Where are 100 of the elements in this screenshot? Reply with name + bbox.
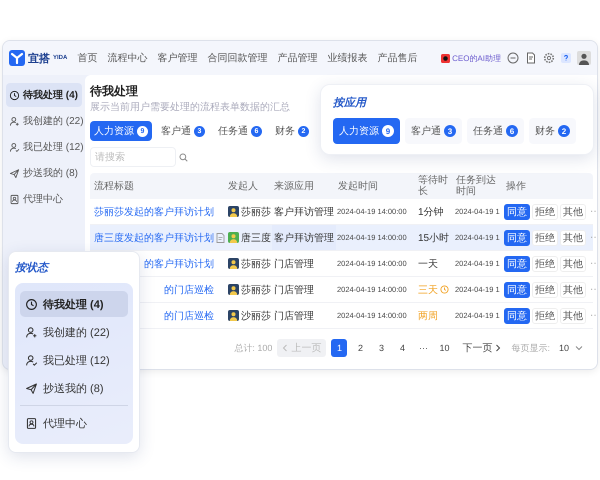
approve-button[interactable]: 同意 bbox=[504, 308, 530, 324]
approve-button[interactable]: 同意 bbox=[504, 256, 530, 272]
table-cell-text: 门店管理 bbox=[273, 310, 315, 324]
page-button[interactable]: 10 bbox=[436, 339, 452, 357]
avatar-icon[interactable] bbox=[577, 51, 591, 65]
initiator-name: 唐三度 bbox=[241, 232, 271, 244]
nav-link[interactable]: 流程中心 bbox=[107, 51, 148, 65]
title-link[interactable]: 唐三度发起的客户拜访计划 bbox=[94, 230, 214, 244]
contact-book-icon bbox=[9, 194, 20, 204]
status-item[interactable]: 我创建的 (22) bbox=[20, 319, 128, 345]
approve-button[interactable]: 同意 bbox=[504, 230, 530, 246]
wait-time: 一天 bbox=[418, 258, 438, 270]
sidebar-item[interactable]: 我创建的 (22) bbox=[6, 109, 82, 133]
nav-link[interactable]: 产品管理 bbox=[277, 51, 318, 65]
title-link[interactable]: 的门店巡检 bbox=[164, 282, 214, 296]
next-page-button[interactable]: 下一页 bbox=[457, 339, 506, 357]
page-subtitle: 展示当前用户需要处理的流程表单数据的汇总 bbox=[90, 101, 290, 115]
status-item[interactable]: 抄送我的 (8) bbox=[20, 375, 128, 401]
reject-button[interactable]: 拒绝 bbox=[532, 256, 558, 272]
contact-book-icon bbox=[25, 416, 38, 430]
title-link[interactable]: 的门店巡检 bbox=[164, 308, 214, 322]
app-tab[interactable]: 财务 2 bbox=[529, 118, 576, 144]
nav-link[interactable]: 合同回款管理 bbox=[207, 51, 268, 65]
search-field[interactable]: 请搜索 bbox=[90, 147, 176, 167]
approve-button[interactable]: 同意 bbox=[504, 204, 530, 220]
initiator-name: 莎丽莎 bbox=[241, 258, 271, 270]
status-item[interactable]: 代理中心 bbox=[20, 410, 128, 436]
minus-circle-icon[interactable] bbox=[507, 52, 519, 64]
count-badge: 2 bbox=[558, 125, 570, 137]
person-plus-icon bbox=[9, 116, 20, 126]
column-header: 任务到达时间 bbox=[455, 175, 497, 197]
assistant-link[interactable]: CEO的AI助理 bbox=[441, 52, 501, 64]
count-badge: 9 bbox=[382, 125, 394, 137]
table-cell-text: 门店管理 bbox=[273, 258, 315, 272]
wait-time: 1分钟 bbox=[418, 206, 444, 218]
column-header: 流程标题 bbox=[93, 180, 135, 192]
page-size-select[interactable]: 10 bbox=[554, 339, 587, 357]
chevron-right-icon bbox=[495, 344, 502, 352]
approve-button[interactable]: 同意 bbox=[504, 282, 530, 298]
sidebar-item[interactable]: 抄送我的 (8) bbox=[6, 161, 82, 185]
status-item[interactable]: 待我处理 (4) bbox=[20, 291, 128, 317]
column-header: 操作 bbox=[505, 180, 527, 192]
avatar-icon bbox=[228, 258, 239, 269]
table-cell: 客户拜访管理 bbox=[272, 225, 336, 250]
person-check-icon bbox=[9, 142, 20, 152]
title-link[interactable]: 的客户拜访计划 bbox=[144, 256, 214, 270]
search-icon bbox=[179, 152, 188, 162]
sidebar-item[interactable]: 待我处理 (4) bbox=[6, 83, 82, 107]
app-tab[interactable]: 人力资源 9 bbox=[333, 118, 400, 144]
person-check-icon bbox=[25, 354, 38, 366]
sidebar-item[interactable]: 我已处理 (12) bbox=[6, 135, 82, 159]
page-button[interactable]: 1 bbox=[331, 339, 348, 357]
logo-text: 宜搭 bbox=[28, 52, 50, 66]
page-button[interactable]: 2 bbox=[352, 339, 368, 357]
logo-icon bbox=[9, 50, 25, 66]
avatar-icon bbox=[228, 206, 239, 217]
column-header: 发起时间 bbox=[337, 180, 379, 192]
card-title: 按应用 bbox=[333, 96, 368, 110]
card-title: 按状态 bbox=[15, 260, 51, 275]
column-header: 发起人 bbox=[227, 180, 259, 192]
page-button[interactable]: 4 bbox=[394, 339, 410, 357]
chevron-left-icon bbox=[282, 344, 288, 352]
app-tab[interactable]: 客户通 3 bbox=[405, 118, 462, 144]
title-link[interactable]: 莎丽莎发起的客户拜访计划 bbox=[94, 204, 214, 218]
reject-button[interactable]: 拒绝 bbox=[532, 308, 558, 324]
nav-link[interactable]: 客户管理 bbox=[157, 51, 198, 65]
nav-link[interactable]: 业绩报表 bbox=[327, 51, 368, 65]
initiator-name: 莎丽莎 bbox=[241, 206, 271, 218]
other-button[interactable]: 其他 bbox=[560, 308, 586, 324]
other-button[interactable]: 其他 bbox=[560, 204, 586, 220]
count-badge: 6 bbox=[506, 125, 518, 137]
settings-icon[interactable] bbox=[543, 52, 555, 64]
document-icon[interactable] bbox=[525, 52, 537, 64]
other-button[interactable]: 其他 bbox=[560, 256, 586, 272]
app-tab[interactable]: 任务通 6 bbox=[467, 118, 524, 144]
wait-time: 三天 bbox=[418, 284, 438, 296]
other-button[interactable]: 其他 bbox=[560, 230, 586, 246]
page-button[interactable]: ··· bbox=[415, 339, 432, 357]
column-header: 等待时长 bbox=[417, 175, 449, 197]
page-button[interactable]: 3 bbox=[373, 339, 390, 357]
reject-button[interactable]: 拒绝 bbox=[532, 282, 558, 298]
clock-icon bbox=[25, 298, 38, 310]
paper-plane-icon bbox=[9, 168, 20, 178]
nav-link[interactable]: 首页 bbox=[77, 51, 98, 65]
wait-time: 两周 bbox=[418, 310, 438, 322]
reject-button[interactable]: 拒绝 bbox=[532, 230, 558, 246]
other-button[interactable]: 其他 bbox=[560, 282, 586, 298]
status-item[interactable]: 我已处理 (12) bbox=[20, 347, 128, 373]
count-badge: 3 bbox=[444, 125, 456, 137]
nav-link[interactable]: 产品售后 bbox=[377, 51, 418, 65]
reject-button[interactable]: 拒绝 bbox=[532, 204, 558, 220]
help-icon[interactable] bbox=[561, 53, 571, 63]
initiator-name: 沙丽莎 bbox=[241, 310, 271, 322]
table-cell-text: 门店管理 bbox=[273, 284, 315, 298]
total-count: 总计: 100 bbox=[234, 342, 272, 354]
table-cell-text: 客户拜访管理 bbox=[273, 206, 335, 220]
sidebar-item[interactable]: 代理中心 bbox=[6, 187, 82, 211]
paper-plane-icon bbox=[25, 382, 38, 394]
chevron-down-icon bbox=[575, 345, 583, 351]
initiator-name: 莎丽莎 bbox=[241, 284, 271, 296]
